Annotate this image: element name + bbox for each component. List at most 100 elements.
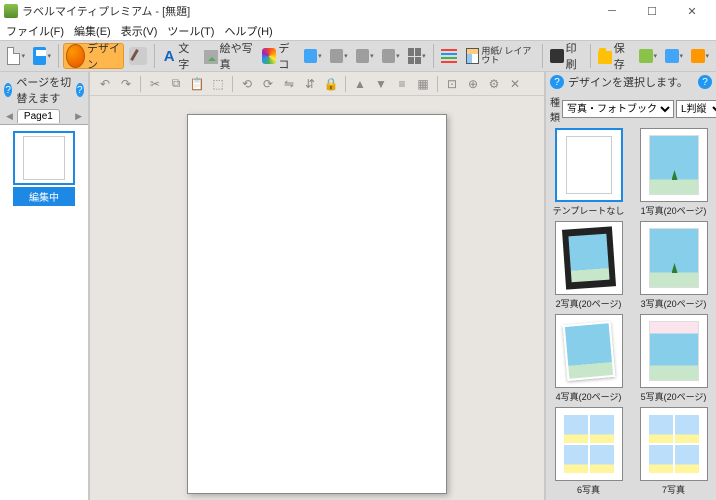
- template-item[interactable]: テンプレートなし: [548, 128, 629, 217]
- delete-button[interactable]: ✕: [506, 75, 524, 93]
- design-button[interactable]: デザイン: [63, 43, 125, 69]
- properties-button[interactable]: ⚙: [485, 75, 503, 93]
- template-caption: 4写真(20ページ): [556, 390, 622, 403]
- save-icon: [33, 47, 46, 65]
- deco-tool-5[interactable]: [405, 43, 429, 69]
- template-item[interactable]: 1写真(20ページ): [633, 128, 714, 217]
- photo-label: 絵や写真: [220, 40, 255, 72]
- page-thumbnail[interactable]: [13, 131, 75, 185]
- template-item[interactable]: 5写真(20ページ): [633, 314, 714, 403]
- template-thumb: [555, 314, 623, 388]
- flip-v-button[interactable]: ⇵: [301, 75, 319, 93]
- printer-icon: [550, 49, 564, 63]
- prev-page-button[interactable]: ◀: [2, 111, 17, 122]
- template-caption: 2写真(20ページ): [556, 297, 622, 310]
- template-item[interactable]: 2写真(20ページ): [548, 221, 629, 310]
- stamp-icon: [330, 49, 343, 63]
- edit-toolbar: ↶ ↷ ✂ ⧉ 📋 ⬚ ⟲ ⟳ ⇋ ⇵ 🔒 ▲ ▼ ≡ ▦ ⊡ ⊕ ⚙ ✕: [90, 72, 544, 96]
- text-label: 文字: [178, 40, 195, 72]
- app-icon: [4, 4, 18, 18]
- page-status-badge: 編集中: [13, 187, 75, 206]
- extra-tool-1[interactable]: [636, 43, 660, 69]
- next-page-button[interactable]: ▶: [71, 111, 86, 122]
- select-button[interactable]: ⬚: [209, 75, 227, 93]
- photo-button[interactable]: 絵や写真: [201, 43, 258, 69]
- window-title: ラベルマイティプレミアム - [無題]: [22, 3, 592, 19]
- minimize-button[interactable]: ─: [592, 1, 632, 21]
- bring-front-button[interactable]: ▲: [351, 75, 369, 93]
- template-list: テンプレートなし 1写真(20ページ) 2写真(20ページ) 3写真(20ページ) 4写…: [546, 126, 716, 500]
- template-thumb: [640, 314, 708, 388]
- deco-tool-4[interactable]: [379, 43, 403, 69]
- template-item[interactable]: 7写真: [633, 407, 714, 496]
- paste-button[interactable]: 📋: [188, 75, 206, 93]
- design-panel: ? デザインを選択します。 ? 種類 写真・フォトブック L判縦 🔍 テンプレー…: [544, 72, 716, 500]
- deco-button[interactable]: デコ: [259, 43, 298, 69]
- rotate-right-button[interactable]: ⟳: [259, 75, 277, 93]
- close-button[interactable]: ✕: [672, 1, 712, 21]
- undo-button[interactable]: ↶: [96, 75, 114, 93]
- send-back-button[interactable]: ▼: [372, 75, 390, 93]
- extra-tool-2[interactable]: [662, 43, 686, 69]
- new-button[interactable]: [4, 43, 28, 69]
- lock-button[interactable]: 🔒: [322, 75, 340, 93]
- template-item[interactable]: 4写真(20ページ): [548, 314, 629, 403]
- text-button[interactable]: A 文字: [159, 43, 198, 69]
- page-panel-title: ページを切替えます: [16, 74, 75, 106]
- template-thumb: [555, 128, 623, 202]
- canvas-area: ↶ ↷ ✂ ⧉ 📋 ⬚ ⟲ ⟳ ⇋ ⇵ 🔒 ▲ ▼ ≡ ▦ ⊡ ⊕ ⚙ ✕: [90, 72, 544, 500]
- menu-help[interactable]: ヘルプ(H): [220, 21, 276, 41]
- copy-button[interactable]: ⧉: [167, 75, 185, 93]
- deco-tool-1[interactable]: [301, 43, 325, 69]
- export-icon: [639, 49, 652, 63]
- template-thumb: [640, 128, 708, 202]
- menubar: ファイル(F) 編集(E) 表示(V) ツール(T) ヘルプ(H): [0, 22, 716, 40]
- help-icon-2[interactable]: ?: [76, 83, 84, 97]
- maximize-button[interactable]: ☐: [632, 1, 672, 21]
- menu-edit[interactable]: 編集(E): [70, 21, 115, 41]
- template-item[interactable]: 3写真(20ページ): [633, 221, 714, 310]
- template-caption: テンプレートなし: [553, 204, 625, 217]
- group-button[interactable]: ▦: [414, 75, 432, 93]
- save-split-button[interactable]: [30, 43, 54, 69]
- flip-h-button[interactable]: ⇋: [280, 75, 298, 93]
- layout-button[interactable]: 用紙/ レイアウト: [463, 43, 537, 69]
- canvas-page[interactable]: [187, 114, 447, 494]
- grid-icon: [408, 48, 421, 64]
- extra-tool-3[interactable]: [688, 43, 712, 69]
- redo-button[interactable]: ↷: [117, 75, 135, 93]
- help-icon-4[interactable]: ?: [698, 75, 712, 89]
- template-item[interactable]: 6写真: [548, 407, 629, 496]
- menu-view[interactable]: 表示(V): [117, 21, 162, 41]
- cut-button[interactable]: ✂: [146, 75, 164, 93]
- page-panel: ? ページを切替えます ? ◀ Page1 ▶ 編集中: [0, 72, 90, 500]
- align-button[interactable]: ≡: [393, 75, 411, 93]
- menu-file[interactable]: ファイル(F): [2, 21, 68, 41]
- titlebar: ラベルマイティプレミアム - [無題] ─ ☐ ✕: [0, 0, 716, 22]
- template-thumb: [640, 407, 708, 481]
- save-label: 保存: [614, 40, 631, 72]
- help-icon-3[interactable]: ?: [550, 75, 564, 89]
- brush-button[interactable]: [126, 43, 150, 69]
- deco-tool-3[interactable]: [353, 43, 377, 69]
- color-bars-icon: [441, 49, 457, 63]
- main-toolbar: デザイン A 文字 絵や写真 デコ 用紙/ レイアウト 印刷 保存: [0, 40, 716, 72]
- color-bars-button[interactable]: [437, 43, 461, 69]
- layout-label: 用紙/ レイアウト: [481, 47, 534, 65]
- insert-button[interactable]: ⊕: [464, 75, 482, 93]
- save-button[interactable]: 保存: [595, 43, 634, 69]
- deco-label: デコ: [278, 40, 295, 72]
- print-button[interactable]: 印刷: [547, 43, 586, 69]
- text-icon: A: [162, 48, 176, 65]
- menu-tool[interactable]: ツール(T): [163, 21, 218, 41]
- rotate-left-button[interactable]: ⟲: [238, 75, 256, 93]
- page-tab[interactable]: Page1: [17, 109, 60, 123]
- template-caption: 5写真(20ページ): [641, 390, 707, 403]
- design-panel-title: デザインを選択します。: [568, 74, 688, 90]
- zoom-fit-button[interactable]: ⊡: [443, 75, 461, 93]
- help-icon[interactable]: ?: [4, 83, 12, 97]
- size-select[interactable]: L判縦: [676, 100, 716, 118]
- deco-icon: [262, 48, 276, 64]
- deco-tool-2[interactable]: [327, 43, 351, 69]
- type-select[interactable]: 写真・フォトブック: [562, 100, 674, 118]
